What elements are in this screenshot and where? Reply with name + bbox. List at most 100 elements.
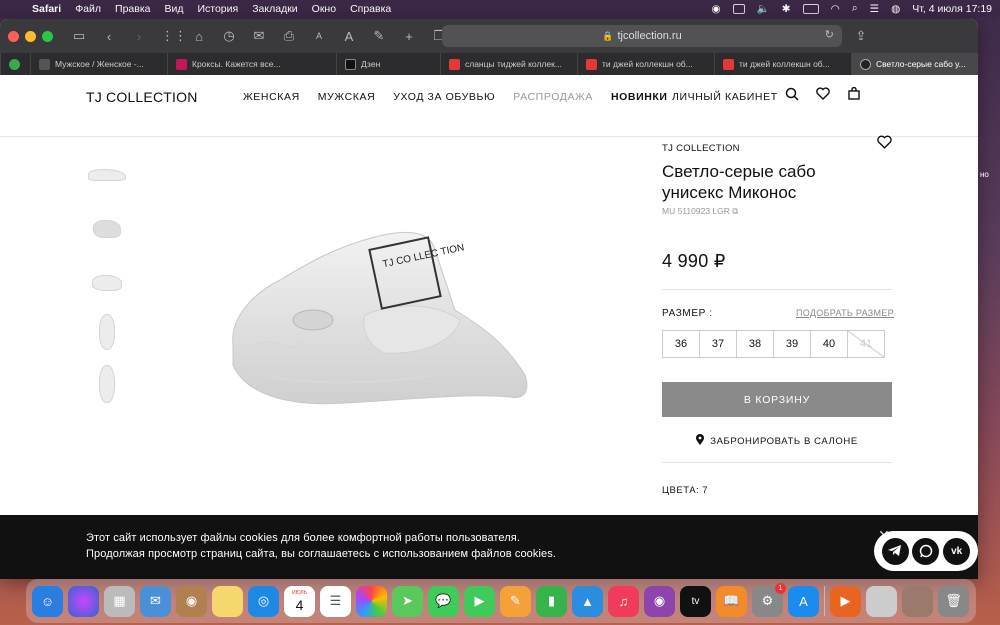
menu-view[interactable]: Вид	[164, 3, 183, 15]
calendar-icon[interactable]: ИЮЛЬ 4	[284, 585, 315, 617]
keyboard-layout-icon[interactable]	[732, 3, 745, 14]
size-option-37[interactable]: 37	[699, 330, 737, 358]
menu-edit[interactable]: Правка	[115, 3, 150, 15]
history-icon[interactable]: ◷	[221, 28, 237, 44]
sidebar-icon[interactable]: ▭	[71, 28, 87, 44]
wishlist-heart-icon[interactable]	[877, 135, 892, 153]
notes-icon[interactable]	[212, 585, 243, 617]
tab-7-active[interactable]: Светло-серые сабо у...	[851, 53, 978, 75]
wifi-icon[interactable]: ◠	[831, 3, 840, 15]
books-icon[interactable]: 📖	[716, 585, 747, 617]
size-guide-link[interactable]: ПОДОБРАТЬ РАЗМЕР	[796, 308, 894, 318]
minimize-window-button[interactable]	[25, 30, 36, 42]
nav-shoe-care[interactable]: УХОД ЗА ОБУВЬЮ	[393, 91, 495, 103]
mail-icon[interactable]: ✉	[140, 585, 171, 617]
clock[interactable]: Чт, 4 июля 17:19	[912, 3, 992, 15]
print-icon[interactable]: ⎙	[281, 28, 297, 44]
tab-6[interactable]: ти джей коллекшн об...	[714, 53, 851, 75]
mail-icon[interactable]: ✉	[251, 28, 267, 44]
whatsapp-icon[interactable]	[912, 537, 940, 565]
product-main-image[interactable]: TJ CO LLEC TION	[225, 225, 535, 415]
tab-3[interactable]: Дзен	[336, 53, 440, 75]
heart-icon[interactable]	[816, 87, 830, 103]
reserve-in-store-link[interactable]: ЗАБРОНИРОВАТЬ В САЛОНЕ	[662, 434, 892, 448]
telegram-icon[interactable]	[881, 537, 909, 565]
screenshot-preview-icon[interactable]	[866, 585, 897, 617]
address-bar[interactable]: 🔒 tjcollection.ru ↻	[442, 25, 842, 47]
record-icon[interactable]: ◉	[712, 3, 721, 15]
size-option-40[interactable]: 40	[810, 330, 848, 358]
menu-app-name[interactable]: Safari	[32, 3, 61, 15]
menu-history[interactable]: История	[197, 3, 238, 15]
text-larger-icon[interactable]: A	[341, 29, 357, 44]
messages-icon[interactable]: 💬	[428, 585, 459, 617]
colors-count[interactable]: ЦВЕТА: 7	[662, 485, 708, 496]
music-icon[interactable]: ♫	[608, 585, 639, 617]
thumbnail-1[interactable]	[86, 154, 128, 196]
downloads-stack-icon[interactable]	[902, 585, 933, 617]
spotlight-search-icon[interactable]: ⌕	[852, 2, 858, 15]
size-option-36[interactable]: 36	[662, 330, 700, 358]
siri-icon[interactable]: ◍	[891, 3, 900, 15]
bluetooth-icon[interactable]: ✱	[782, 3, 791, 15]
media-player-icon[interactable]: ▶	[830, 585, 861, 617]
menu-bookmarks[interactable]: Закладки	[252, 3, 297, 15]
tab-1[interactable]: Мужское / Женское -...	[30, 53, 167, 75]
thumbnail-5[interactable]	[86, 363, 128, 405]
copy-icon[interactable]: ⧉	[732, 206, 738, 216]
safari-icon[interactable]: ◎	[248, 585, 279, 617]
product-brand[interactable]: TJ COLLECTION	[662, 143, 740, 154]
siri-icon[interactable]	[68, 585, 99, 617]
numbers-icon[interactable]: ▮	[536, 585, 567, 617]
forward-icon[interactable]: ›	[131, 29, 147, 44]
nav-new[interactable]: НОВИНКИ	[611, 91, 668, 103]
site-logo[interactable]: TJ COLLECTION	[86, 89, 198, 105]
tab-2[interactable]: Кроксы. Кажется все...	[167, 53, 336, 75]
reload-icon[interactable]: ↻	[825, 28, 834, 41]
share-icon[interactable]: ⇪	[853, 28, 869, 44]
account-link[interactable]: ЛИЧНЫЙ КАБИНЕТ	[672, 91, 778, 103]
add-to-cart-button[interactable]: В КОРЗИНУ	[662, 382, 892, 417]
volume-icon[interactable]: 🔈	[757, 2, 770, 15]
trash-icon[interactable]: 🗑	[938, 585, 969, 617]
maps-icon[interactable]: ➤	[392, 585, 423, 617]
battery-icon[interactable]	[802, 3, 819, 14]
thumbnail-4[interactable]	[86, 311, 128, 353]
back-icon[interactable]: ‹	[101, 29, 117, 44]
menu-help[interactable]: Справка	[350, 3, 391, 15]
nav-women[interactable]: ЖЕНСКАЯ	[243, 91, 300, 103]
size-option-39[interactable]: 39	[773, 330, 811, 358]
menu-file[interactable]: Файл	[75, 3, 101, 15]
zoom-window-button[interactable]	[42, 30, 53, 42]
text-smaller-icon[interactable]: A	[311, 31, 327, 41]
close-window-button[interactable]	[8, 30, 19, 42]
new-tab-icon[interactable]: +	[401, 29, 417, 44]
keynote-icon[interactable]: ▲	[572, 585, 603, 617]
nav-sale[interactable]: РАСПРОДАЖА	[513, 91, 593, 103]
menu-window[interactable]: Окно	[312, 3, 336, 15]
vk-icon[interactable]: vk	[943, 537, 971, 565]
bag-icon[interactable]	[848, 86, 860, 103]
tab-0[interactable]	[0, 53, 30, 75]
tab-5[interactable]: ти джей коллекшн об...	[577, 53, 714, 75]
thumbnail-2[interactable]	[86, 208, 128, 250]
grid-icon[interactable]: ⋮⋮	[161, 28, 187, 44]
launchpad-icon[interactable]: ▦	[104, 585, 135, 617]
reminders-icon[interactable]: ☰	[320, 585, 351, 617]
pages-icon[interactable]: ✎	[500, 585, 531, 617]
edit-icon[interactable]: ✎	[371, 28, 387, 44]
contacts-icon[interactable]: ◉	[176, 585, 207, 617]
tab-4[interactable]: сланцы тиджей коллек...	[440, 53, 577, 75]
thumbnail-3[interactable]	[86, 262, 128, 304]
system-preferences-icon[interactable]: ⚙ 1	[752, 582, 786, 617]
facetime-icon[interactable]: ▶	[464, 585, 495, 617]
size-option-38[interactable]: 38	[736, 330, 774, 358]
finder-icon[interactable]: ☺	[32, 585, 63, 617]
podcasts-icon[interactable]: ◉	[644, 585, 675, 617]
nav-men[interactable]: МУЖСКАЯ	[318, 91, 375, 103]
app-store-icon[interactable]: A	[788, 585, 819, 617]
search-icon[interactable]	[785, 87, 799, 104]
photos-icon[interactable]	[356, 585, 387, 617]
apple-tv-icon[interactable]: tv	[680, 585, 711, 617]
home-icon[interactable]: ⌂	[191, 29, 207, 44]
